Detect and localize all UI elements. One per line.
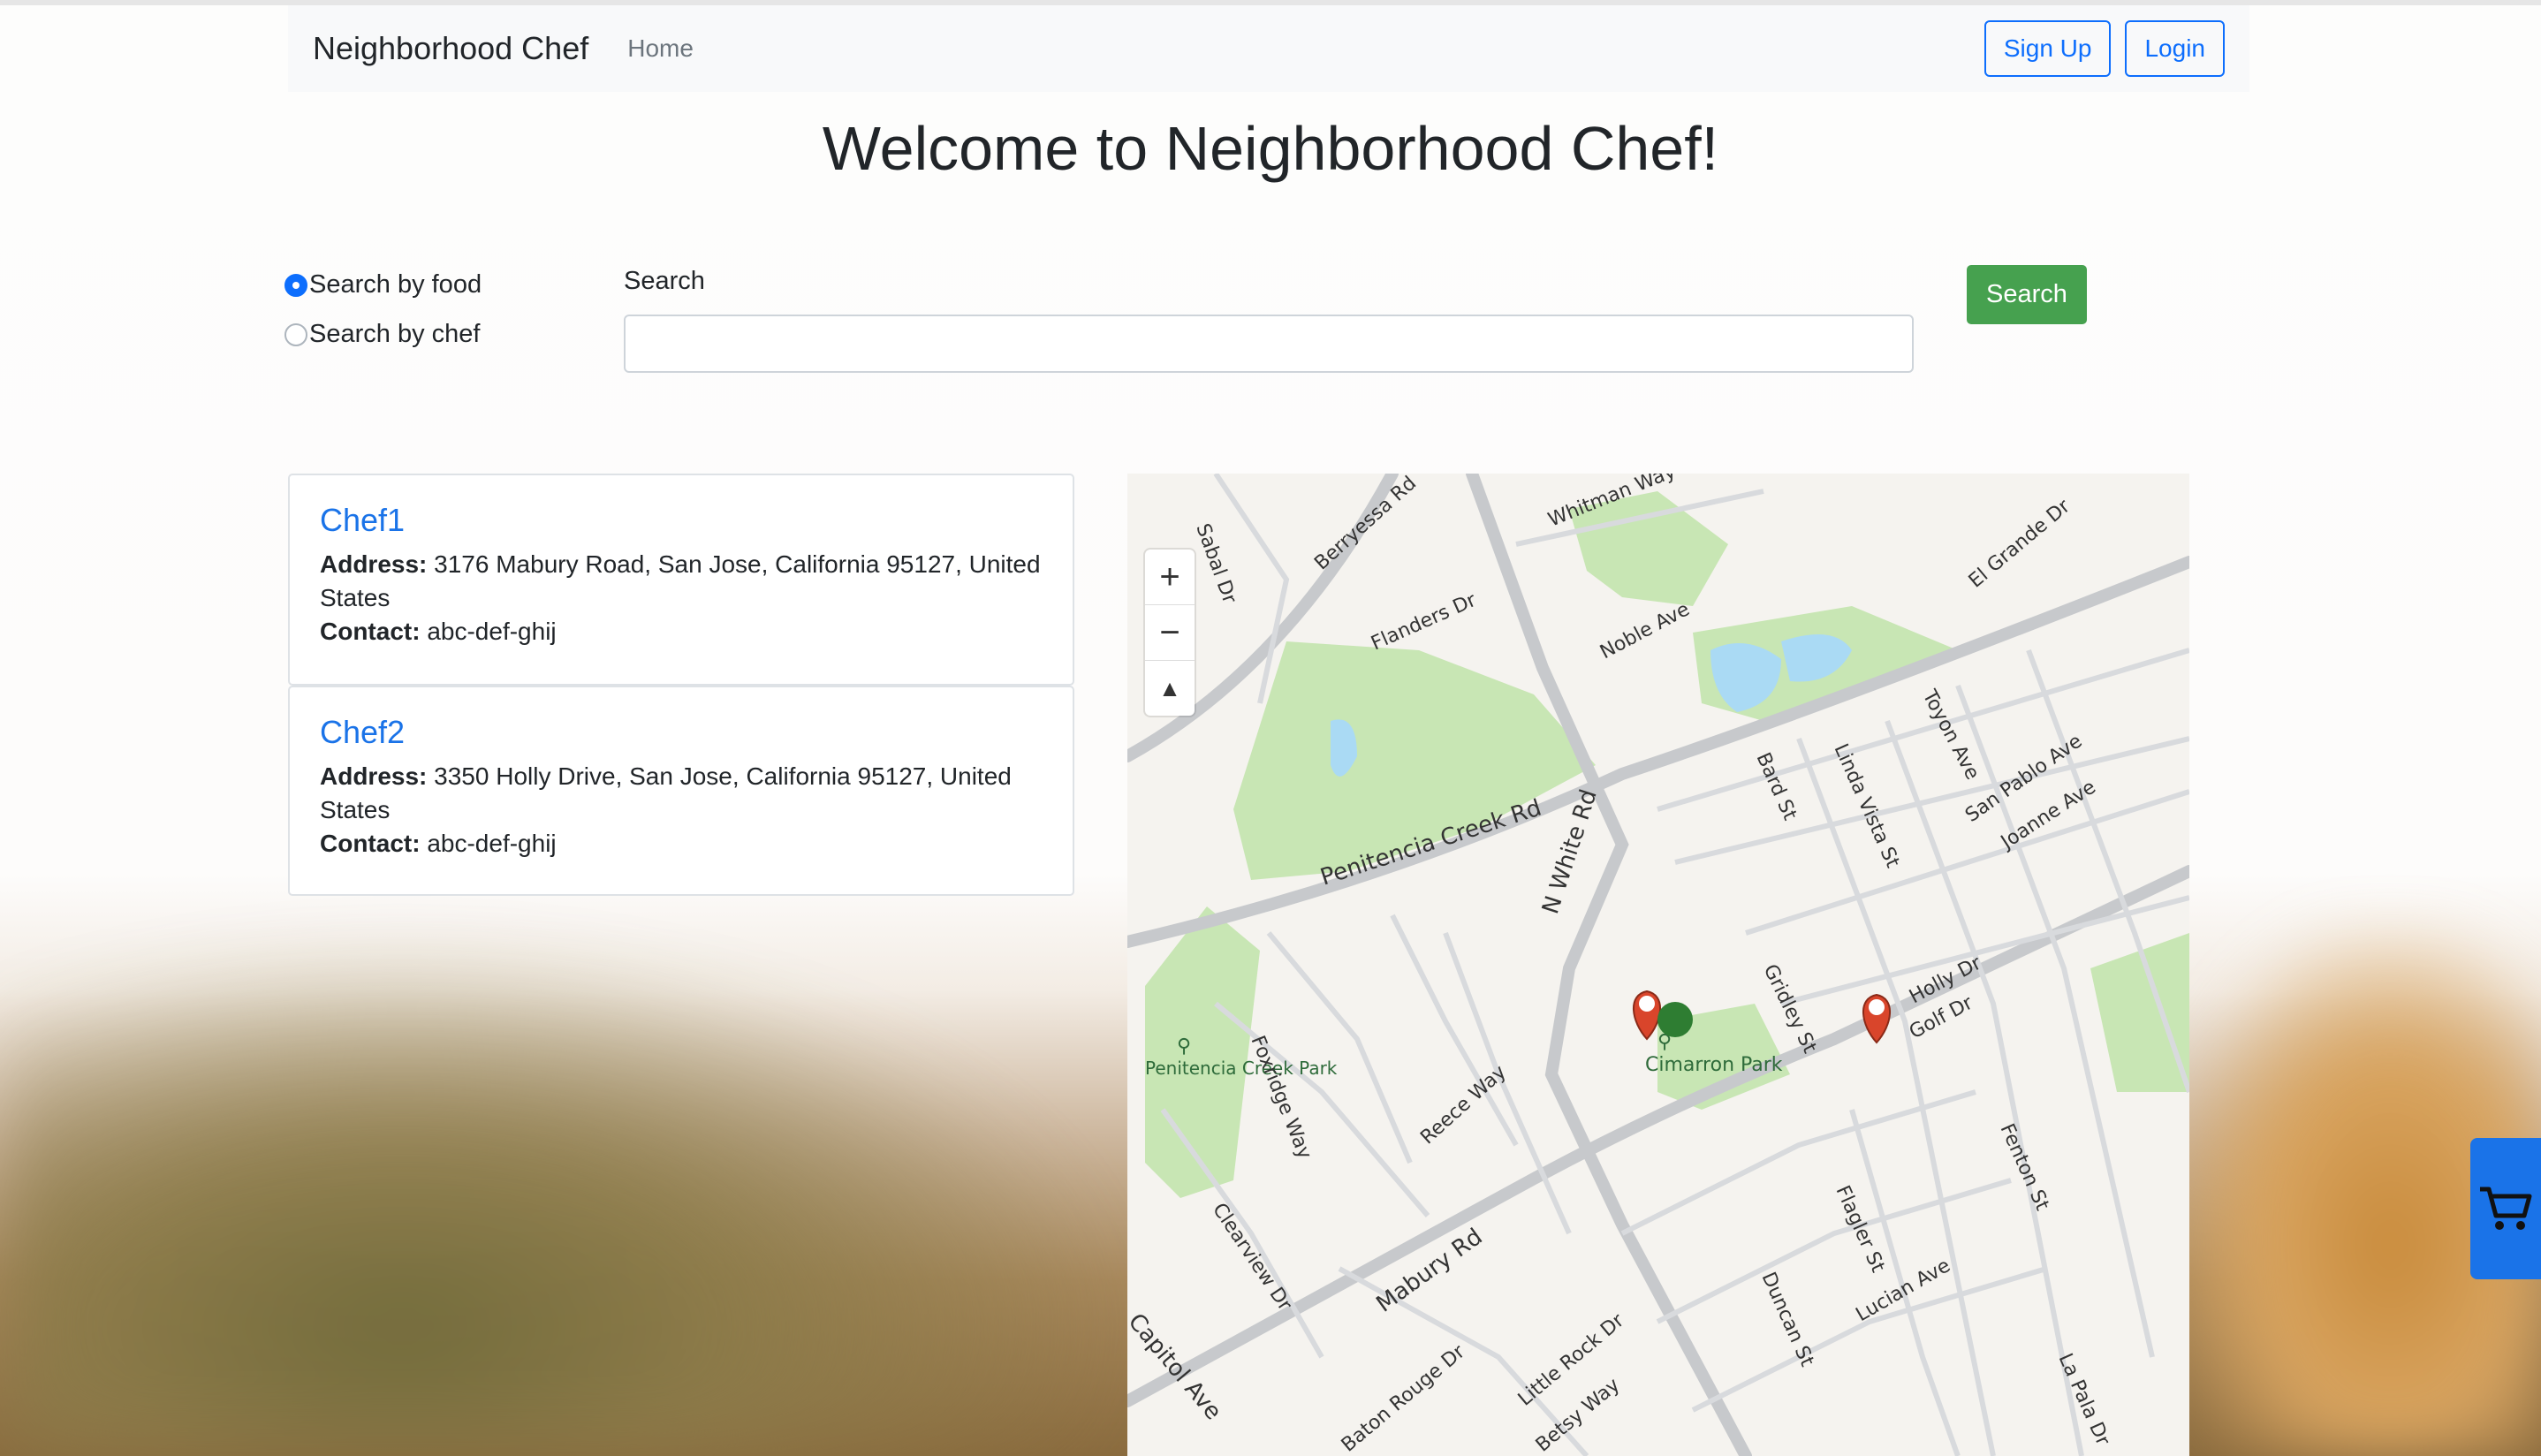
cart-button[interactable] (2470, 1138, 2541, 1279)
chef-address: Address: 3350 Holly Drive, San Jose, Cal… (320, 760, 1043, 827)
radio-chef-input[interactable] (284, 322, 307, 346)
park-area (1145, 906, 1260, 1198)
radio-chef-label: Search by chef (309, 320, 481, 348)
address-label: Address: (320, 550, 428, 578)
street-label: Penitencia Creek Park (1145, 1058, 1338, 1079)
search-label: Search (624, 267, 705, 295)
street-label: Noble Ave (1597, 598, 1694, 664)
nav-actions: Sign Up Login (1983, 20, 2225, 77)
street-label: Fenton St (1996, 1120, 2054, 1214)
contact-value: abc-def-ghij (427, 830, 557, 857)
address-label: Address: (320, 762, 428, 790)
user-location-icon (1657, 1002, 1693, 1037)
background-blur (0, 937, 1149, 1456)
chef-card: Chef2 Address: 3350 Holly Drive, San Jos… (288, 686, 1074, 896)
radio-food-input[interactable] (284, 273, 307, 297)
brand-link[interactable]: Neighborhood Chef (313, 30, 588, 67)
map-zoom-control: + − ▲ (1145, 550, 1195, 716)
compass-button[interactable]: ▲ (1145, 661, 1195, 716)
zoom-out-button[interactable]: − (1145, 605, 1195, 661)
zoom-in-button[interactable]: + (1145, 550, 1195, 605)
contact-label: Contact: (320, 618, 421, 645)
chef-name-link[interactable]: Chef2 (320, 714, 1043, 751)
street-label: Foxridge Way (1246, 1033, 1316, 1163)
map-canvas: Berryessa Rd Whitman Way Sabal Dr Flande… (1127, 474, 2189, 1456)
search-input[interactable] (624, 315, 1914, 373)
street-label: Clearview Dr (1208, 1199, 1296, 1316)
map-view[interactable]: Berryessa Rd Whitman Way Sabal Dr Flande… (1127, 474, 2189, 1456)
chef-contact: Contact: abc-def-ghij (320, 827, 1043, 861)
park-icon: ⚲ (1177, 1035, 1191, 1057)
street-label: Berryessa Rd (1310, 474, 1421, 574)
search-button[interactable]: Search (1967, 265, 2087, 324)
street-label: Baton Rouge Dr (1338, 1340, 1470, 1456)
street-label: La Pala Dr (2054, 1350, 2114, 1450)
contact-value: abc-def-ghij (427, 618, 557, 645)
street-label: Cimarron Park (1645, 1054, 1783, 1076)
chef-contact: Contact: abc-def-ghij (320, 615, 1043, 648)
contact-label: Contact: (320, 830, 421, 857)
cart-icon (2480, 1187, 2532, 1230)
street-label: Bard St (1752, 749, 1801, 823)
navbar: Neighborhood Chef Home Sign Up Login (288, 5, 2249, 92)
address-value: 3176 Mabury Road, San Jose, California 9… (320, 550, 1041, 611)
chef-marker-icon (1633, 990, 1661, 1041)
park-area (2090, 933, 2189, 1092)
radio-search-food[interactable]: Search by food (284, 270, 482, 300)
street-label: El Grande Dr (1965, 495, 2075, 592)
street-label: Reece Way (1416, 1061, 1511, 1149)
signup-button[interactable]: Sign Up (1983, 20, 2112, 77)
chef-name-link[interactable]: Chef1 (320, 502, 1043, 539)
street-label: Capitol Ave (1127, 1308, 1226, 1425)
chef-card: Chef1 Address: 3176 Mabury Road, San Jos… (288, 474, 1074, 686)
chef-address: Address: 3176 Mabury Road, San Jose, Cal… (320, 548, 1043, 615)
radio-search-chef[interactable]: Search by chef (284, 320, 480, 349)
nav-home-link[interactable]: Home (627, 34, 694, 63)
street-label: Flanders Dr (1368, 589, 1480, 656)
radio-food-label: Search by food (309, 270, 482, 299)
page-title: Welcome to Neighborhood Chef! (822, 114, 1719, 183)
street-label: Sabal Dr (1191, 521, 1240, 608)
login-button[interactable]: Login (2125, 20, 2225, 77)
street-label: Duncan St (1757, 1269, 1818, 1370)
chef-marker-icon (1862, 993, 1891, 1044)
